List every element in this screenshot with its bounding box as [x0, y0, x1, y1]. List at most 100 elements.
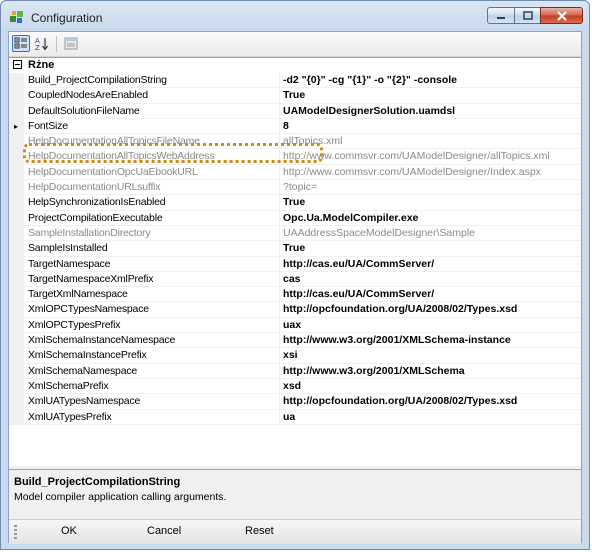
property-value[interactable]: -d2 "{0}" -cg "{1}" -o "{2}" -console [283, 74, 577, 86]
property-value[interactable]: http://opcfoundation.org/UA/2008/02/Type… [283, 303, 577, 315]
help-description: Model compiler application calling argum… [14, 491, 227, 503]
property-value[interactable]: ua [283, 411, 577, 423]
property-value[interactable]: ?topic= [283, 181, 577, 193]
collapse-icon[interactable] [13, 60, 22, 69]
property-row[interactable]: DefaultSolutionFileName UAModelDesignerSo… [9, 103, 581, 119]
property-row[interactable]: ProjectCompilationExecutable Opc.Ua.Model… [9, 210, 581, 226]
column-divider[interactable] [279, 164, 280, 180]
property-value[interactable]: xsi [283, 349, 577, 361]
property-pages-button[interactable] [62, 35, 80, 52]
property-row[interactable]: CoupledNodesAreEnabled True [9, 88, 581, 104]
property-row[interactable]: XmlSchemaPrefix xsd [9, 378, 581, 395]
property-value[interactable]: http://cas.eu/UA/CommServer/ [283, 258, 577, 270]
row-margin [9, 241, 24, 256]
close-icon [556, 10, 567, 21]
property-row[interactable]: TargetXmlNamespace http://cas.eu/UA/CommS… [9, 287, 581, 303]
property-value[interactable]: http://opcfoundation.org/UA/2008/02/Type… [283, 395, 577, 407]
column-divider[interactable] [279, 73, 280, 88]
column-divider[interactable] [279, 149, 280, 164]
property-row[interactable]: XmlSchemaInstanceNamespace http://www.w3.… [9, 333, 581, 349]
selection-marker-icon: ▸ [14, 121, 19, 131]
column-divider[interactable] [279, 134, 280, 149]
column-divider[interactable] [279, 317, 280, 333]
property-row[interactable]: TargetNamespace http://cas.eu/UA/CommServ… [9, 256, 581, 272]
property-row[interactable]: XmlSchemaInstancePrefix xsi [9, 348, 581, 364]
category-label: Rżne [28, 59, 55, 71]
property-value[interactable]: True [283, 196, 577, 208]
property-row[interactable]: XmlUATypesNamespace http://opcfoundation.… [9, 394, 581, 410]
property-row[interactable]: HelpDocumentationURLsuffix ?topic= [9, 180, 581, 196]
property-value[interactable]: http://www.commsvr.com/UAModelDesigner/I… [283, 166, 577, 178]
column-divider[interactable] [279, 378, 280, 394]
property-row[interactable]: XmlSchemaNamespace http://www.w3.org/2001… [9, 363, 581, 379]
property-row[interactable]: ▸ FontSize 8 [9, 118, 581, 135]
column-divider[interactable] [279, 195, 280, 210]
property-row[interactable]: Build_ProjectCompilationString -d2 "{0}" … [9, 73, 581, 89]
property-name: XmlUATypesNamespace [28, 395, 141, 408]
property-row[interactable]: TargetNamespaceXmlPrefix cas [9, 271, 581, 288]
property-grid[interactable]: Rżne Build_ProjectCompilationString -d2 "… [9, 57, 581, 466]
column-divider[interactable] [279, 180, 280, 195]
column-divider[interactable] [279, 394, 280, 409]
property-row[interactable]: SampleIsInstalled True [9, 241, 581, 257]
column-divider[interactable] [279, 210, 280, 225]
cancel-button[interactable]: Cancel [147, 525, 181, 537]
property-value[interactable]: True [283, 242, 577, 254]
property-row[interactable]: XmlUATypesPrefix ua [9, 409, 581, 425]
column-divider[interactable] [279, 287, 280, 302]
minimize-button[interactable] [487, 7, 514, 24]
column-divider[interactable] [279, 241, 280, 256]
column-divider[interactable] [279, 302, 280, 317]
property-value[interactable]: http://cas.eu/UA/CommServer/ [283, 288, 577, 300]
property-value[interactable]: uax [283, 319, 577, 331]
column-divider[interactable] [279, 271, 280, 287]
category-row[interactable]: Rżne [9, 58, 581, 73]
alphabetical-button[interactable]: A Z [33, 35, 51, 52]
column-divider[interactable] [279, 225, 280, 241]
categorized-button[interactable] [12, 35, 30, 52]
property-value[interactable]: Opc.Ua.ModelCompiler.exe [283, 212, 577, 224]
maximize-button[interactable] [514, 7, 540, 24]
property-row[interactable]: HelpDocumentationAllTopicsFileName allTop… [9, 134, 581, 150]
categorized-icon [14, 37, 27, 49]
property-value[interactable]: 8 [283, 120, 577, 132]
close-button[interactable] [540, 7, 583, 24]
title-bar[interactable]: Configuration [1, 1, 589, 31]
property-value[interactable]: http://www.w3.org/2001/XMLSchema-instanc… [283, 334, 577, 346]
row-margin [9, 378, 24, 394]
property-name: XmlUATypesPrefix [28, 410, 112, 423]
column-divider[interactable] [279, 256, 280, 271]
property-value[interactable]: True [283, 89, 577, 101]
property-row[interactable]: HelpDocumentationOpcUaEbookURL http://www… [9, 164, 581, 181]
row-margin [9, 333, 24, 348]
column-divider[interactable] [279, 103, 280, 118]
property-row[interactable]: HelpSynchronizationIsEnabled True [9, 195, 581, 211]
property-row[interactable]: HelpDocumentationAllTopicsWebAddress http… [9, 149, 581, 165]
property-name: SampleInstallationDirectory [28, 226, 151, 239]
property-rows: Build_ProjectCompilationString -d2 "{0}" … [9, 73, 581, 425]
row-margin [9, 317, 24, 333]
column-divider[interactable] [279, 409, 280, 424]
property-value[interactable]: UAAddressSpaceModelDesigner\Sample [283, 227, 577, 239]
property-value[interactable]: http://www.w3.org/2001/XMLSchema [283, 365, 577, 377]
property-row[interactable]: XmlOPCTypesPrefix uax [9, 317, 581, 334]
property-value[interactable]: http://www.commsvr.com/UAModelDesigner/a… [283, 150, 577, 162]
reset-button[interactable]: Reset [245, 525, 274, 537]
column-divider[interactable] [279, 333, 280, 348]
property-name: HelpSynchronizationIsEnabled [28, 196, 166, 209]
column-divider[interactable] [279, 118, 280, 134]
column-divider[interactable] [279, 363, 280, 378]
property-value[interactable]: cas [283, 273, 577, 285]
property-name: TargetNamespaceXmlPrefix [28, 272, 154, 285]
property-row[interactable]: SampleInstallationDirectory UAAddressSpac… [9, 225, 581, 242]
property-name: TargetXmlNamespace [28, 288, 128, 301]
property-value[interactable]: xsd [283, 380, 577, 392]
client-area: A Z Rżne Build_ProjectCompilationString … [8, 31, 582, 544]
property-row[interactable]: XmlOPCTypesNamespace http://opcfoundation… [9, 302, 581, 318]
row-margin [9, 180, 24, 195]
column-divider[interactable] [279, 348, 280, 363]
property-value[interactable]: allTopics.xml [283, 135, 577, 147]
column-divider[interactable] [279, 88, 280, 103]
property-value[interactable]: UAModelDesignerSolution.uamdsl [283, 105, 577, 117]
ok-button[interactable]: OK [61, 525, 77, 537]
